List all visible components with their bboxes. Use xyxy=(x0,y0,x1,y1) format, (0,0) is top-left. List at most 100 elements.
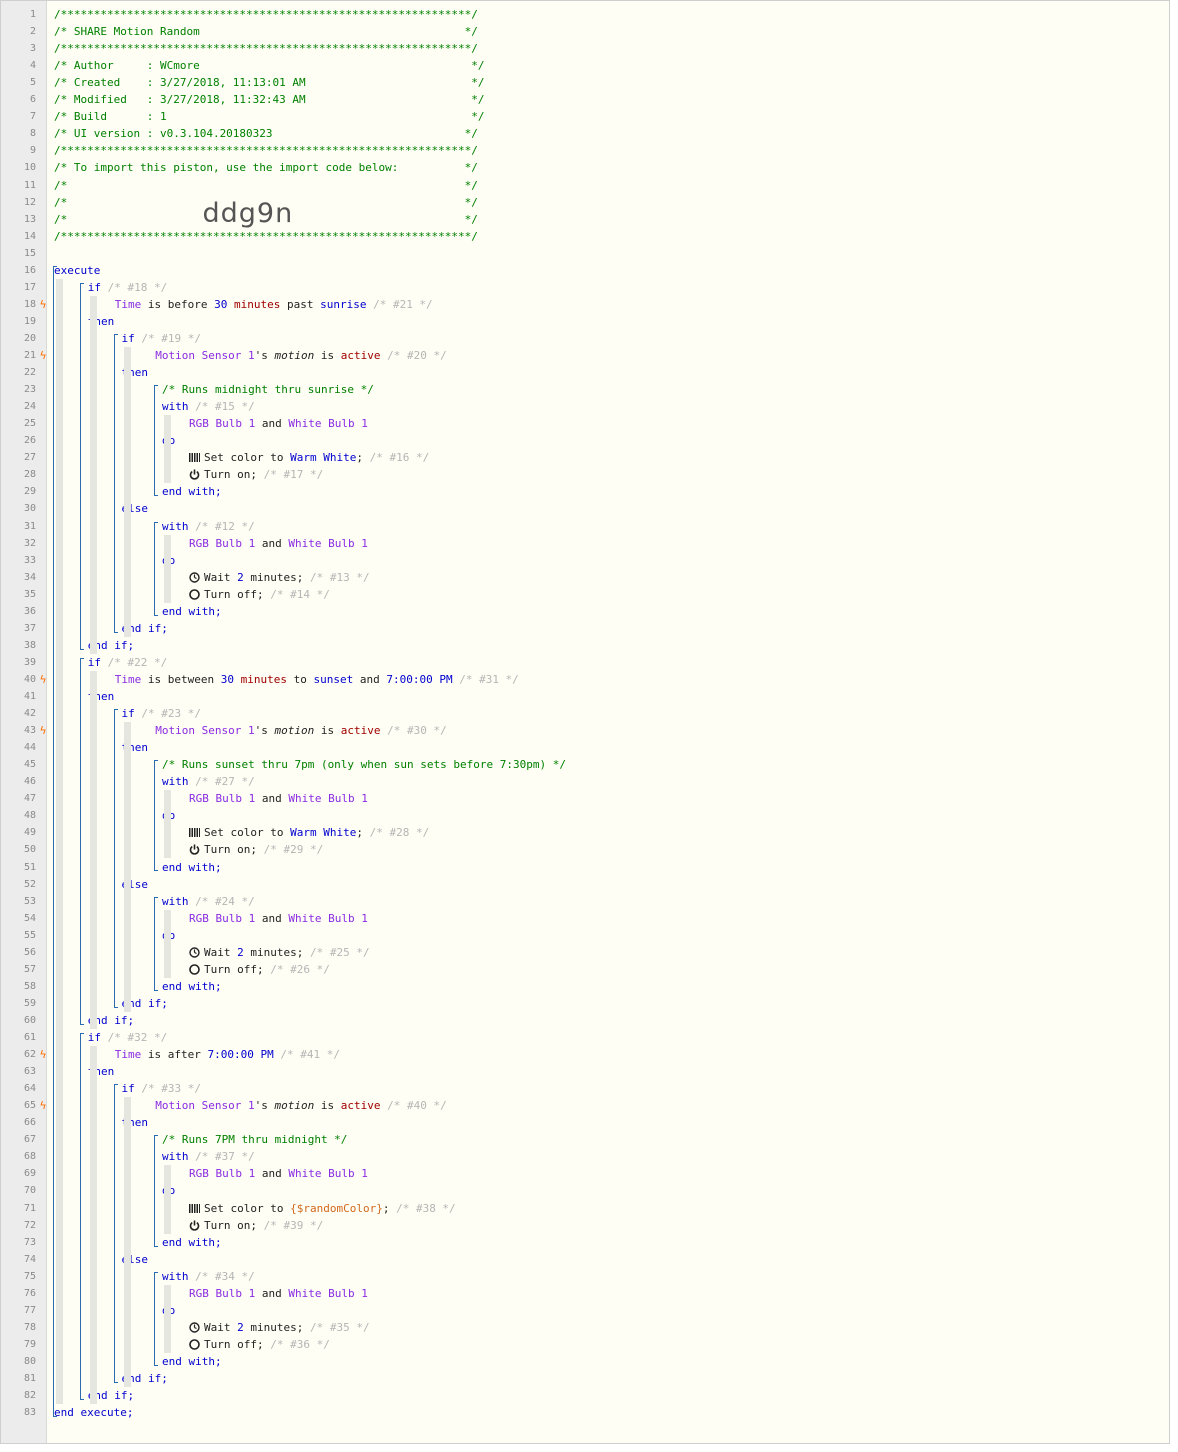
line-number: 29 xyxy=(23,486,36,498)
line-number: 22 xyxy=(23,367,36,379)
code-token: end with; xyxy=(162,1354,222,1368)
import-code: ddg9n xyxy=(202,197,294,229)
line-number: 3 xyxy=(29,43,36,55)
code-token: is xyxy=(320,724,335,738)
code-token: and xyxy=(261,911,282,925)
code-token: and xyxy=(261,792,282,806)
line-number: 28 xyxy=(23,469,36,481)
ui-version-line: /* UI version : v0.3.104.20180323 */ xyxy=(54,125,478,142)
palette-icon xyxy=(189,828,200,838)
line-number: 66 xyxy=(23,1117,36,1129)
clock-icon xyxy=(189,1322,200,1333)
code-token: 30 xyxy=(220,672,234,686)
block-indent-guide xyxy=(164,1284,171,1353)
line-number: 54 xyxy=(23,912,36,924)
line-number: 41 xyxy=(23,691,36,702)
block-indent-guide xyxy=(164,909,171,978)
code-token: /***************************************… xyxy=(54,42,478,56)
code-token: sunrise xyxy=(320,297,367,311)
line-number: 31 xyxy=(23,520,36,532)
if-block-bracket xyxy=(80,657,84,1025)
inner-if-bracket xyxy=(113,1084,118,1383)
code-token: /* SHARE Motion Random */ xyxy=(54,25,478,39)
code-token: /* Runs 7PM thru midnight */ xyxy=(162,1133,348,1147)
end-with-keyword: end with; xyxy=(162,483,222,500)
block-comment: /* Runs midnight thru sunrise */ xyxy=(162,381,374,398)
header-border: /***************************************… xyxy=(54,6,478,23)
code-token: /* #28 */ xyxy=(369,826,430,840)
line-number: 53 xyxy=(23,895,36,907)
motion-condition: Motion Sensor 1's motion is active /* #3… xyxy=(155,722,446,739)
code-token: Wait xyxy=(204,570,231,584)
code-token: minutes xyxy=(240,672,287,686)
line-number: 77 xyxy=(23,1304,36,1316)
line-number-gutter: 1 2 3 4 5 6 7 8 9 10 11 12 13 14 15 16 17 18 19 20 21 22 23 24 2… xyxy=(1,1,47,1443)
line-number: 42 xyxy=(23,708,36,720)
block-comment: /* Runs sunset thru 7pm (only when sun s… xyxy=(162,756,566,773)
set-color-action: Set color to Warm White; /* #28 */ xyxy=(189,824,429,841)
line-number: 18 xyxy=(23,298,36,310)
with-block-bracket xyxy=(154,521,159,617)
condition: Time is before 30 minutes past sunrise /… xyxy=(115,296,433,313)
line-number: 21 xyxy=(23,350,36,361)
device-list: RGB Bulb 1 and White Bulb 1 xyxy=(189,415,368,432)
if-block-bracket xyxy=(80,282,84,650)
trigger-bolt-icon: ϟ xyxy=(39,1099,47,1113)
if-keyword: if /* #23 */ xyxy=(122,705,201,722)
line-number: 34 xyxy=(23,571,36,583)
code-token: end execute; xyxy=(54,1406,134,1420)
line-number: 12 xyxy=(23,196,36,208)
device-list: RGB Bulb 1 and White Bulb 1 xyxy=(189,910,368,927)
code-token: with xyxy=(162,1269,189,1283)
line-number: 17 xyxy=(23,281,36,293)
code-token: end with; xyxy=(162,485,222,499)
import-instructions: /* To import this piston, use the import… xyxy=(54,159,478,176)
turn-on-action: Turn on; /* #29 */ xyxy=(189,841,323,858)
line-number: 10 xyxy=(23,162,36,174)
code-token: ; xyxy=(356,826,363,840)
code-token: White Bulb 1 xyxy=(288,1167,368,1181)
line-number: 69 xyxy=(23,1168,36,1180)
code-token: /* #26 */ xyxy=(270,962,330,976)
code-token: Turn on; xyxy=(204,468,257,482)
turn-on-action: Turn on; /* #39 */ xyxy=(189,1217,323,1234)
line-number: 15 xyxy=(23,247,36,259)
with-keyword: with /* #15 */ xyxy=(162,398,255,415)
code-token: is after xyxy=(147,1048,201,1062)
palette-icon xyxy=(189,453,200,463)
line-number: 59 xyxy=(23,997,36,1009)
with-block-bracket xyxy=(154,1271,159,1367)
line-number: 82 xyxy=(23,1390,36,1402)
code-token: {$randomColor} xyxy=(290,1201,383,1215)
code-token: Motion Sensor 1 xyxy=(155,724,255,738)
if-keyword: if /* #18 */ xyxy=(88,279,167,296)
code-token: /***************************************… xyxy=(54,8,478,21)
set-color-action: Set color to Warm White; /* #16 */ xyxy=(189,449,429,466)
code-token: White Bulb 1 xyxy=(288,536,368,550)
with-block-bracket xyxy=(154,760,159,872)
line-number: 70 xyxy=(23,1185,36,1197)
line-number: 83 xyxy=(23,1407,36,1419)
code-token: minutes; xyxy=(250,945,304,959)
code-token: /* #12 */ xyxy=(195,519,255,533)
line-number: 75 xyxy=(23,1270,36,1282)
motion-condition: Motion Sensor 1's motion is active /* #4… xyxy=(155,1097,446,1114)
code-token: Time xyxy=(114,672,142,686)
block-comment: /* Runs 7PM thru midnight */ xyxy=(162,1131,347,1148)
code-token: /* #16 */ xyxy=(369,451,430,465)
code-token: past xyxy=(286,297,314,311)
line-number: 37 xyxy=(23,622,36,634)
code-token: 7:00:00 PM xyxy=(207,1048,274,1062)
code-token: Motion Sensor 1 xyxy=(155,1099,255,1113)
line-number: 19 xyxy=(23,315,36,327)
code-token: /***************************************… xyxy=(54,144,478,158)
block-indent-guide xyxy=(123,1097,131,1388)
end-with-keyword: end with; xyxy=(162,859,222,876)
code-token: with xyxy=(162,894,189,908)
code-token: /* #37 */ xyxy=(195,1150,255,1164)
line-number: 4 xyxy=(29,60,36,72)
line-number: 49 xyxy=(23,827,36,839)
code-token: end with; xyxy=(162,1235,222,1249)
code-token: 7:00:00 PM xyxy=(386,672,453,686)
line-number: 1 xyxy=(29,9,36,20)
